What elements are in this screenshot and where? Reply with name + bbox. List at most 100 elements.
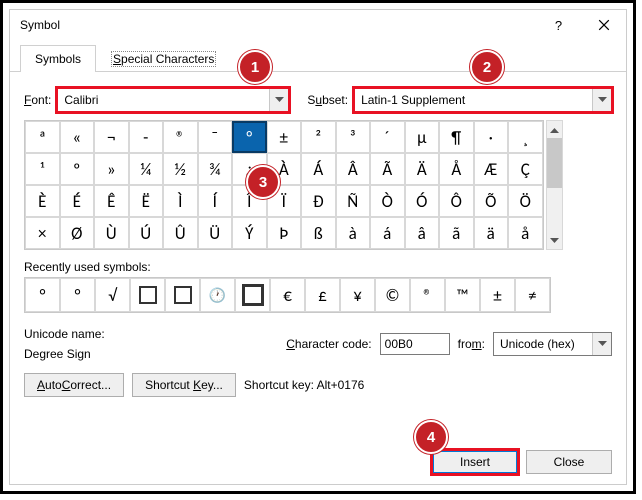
symbol-cell[interactable]: Ã xyxy=(370,153,405,185)
symbol-cell[interactable]: ¹ xyxy=(25,153,60,185)
symbol-cell[interactable]: É xyxy=(60,185,95,217)
symbol-cell[interactable]: ® xyxy=(163,121,198,153)
symbol-cell[interactable]: ° xyxy=(232,121,267,153)
symbol-cell[interactable]: ± xyxy=(267,121,302,153)
symbol-cell[interactable]: ¯ xyxy=(198,121,233,153)
symbol-cell[interactable]: « xyxy=(60,121,95,153)
symbol-cell[interactable]: Ô xyxy=(439,185,474,217)
recent-symbol-cell[interactable]: © xyxy=(375,278,410,312)
symbol-cell[interactable]: ä xyxy=(474,217,509,249)
recent-symbol-cell[interactable]: ™ xyxy=(445,278,480,312)
recent-symbol-cell[interactable]: 🕐 xyxy=(200,278,235,312)
close-button[interactable]: Close xyxy=(526,450,612,474)
symbol-cell[interactable]: ¬ xyxy=(94,121,129,153)
chevron-down-icon xyxy=(269,89,288,111)
symbol-cell[interactable]: Ú xyxy=(129,217,164,249)
subset-combo[interactable]: Latin-1 Supplement xyxy=(354,88,612,112)
scroll-thumb[interactable] xyxy=(547,138,562,188)
symbol-cell[interactable]: Ê xyxy=(94,185,129,217)
close-window-button[interactable] xyxy=(581,10,626,40)
recent-symbol-cell[interactable]: √ xyxy=(95,278,130,312)
recent-symbol-cell[interactable] xyxy=(235,278,270,312)
symbol-grid[interactable]: ª«¬-®¯°±²³´µ¶·¸¹º»¼½¾¿ÀÁÂÃÄÅÆÇÈÉÊËÌÍÎÏÐÑ… xyxy=(24,120,544,250)
recent-symbol-cell[interactable]: ± xyxy=(480,278,515,312)
symbol-cell[interactable]: ³ xyxy=(336,121,371,153)
symbol-cell[interactable]: Å xyxy=(439,153,474,185)
recent-symbol-cell[interactable]: ¥ xyxy=(340,278,375,312)
symbol-cell[interactable]: · xyxy=(474,121,509,153)
symbol-cell[interactable]: » xyxy=(94,153,129,185)
symbol-cell[interactable]: Ò xyxy=(370,185,405,217)
recent-symbol-cell[interactable]: ° xyxy=(25,278,60,312)
symbol-cell[interactable]: Ù xyxy=(94,217,129,249)
tab-symbols[interactable]: Symbols xyxy=(20,45,96,72)
symbol-cell[interactable]: Õ xyxy=(474,185,509,217)
from-combo[interactable]: Unicode (hex) xyxy=(493,332,612,356)
symbol-cell[interactable]: à xyxy=(336,217,371,249)
symbol-cell[interactable]: - xyxy=(129,121,164,153)
symbol-cell[interactable]: Ð xyxy=(301,185,336,217)
from-label: from: xyxy=(458,337,485,351)
recent-symbol-cell[interactable] xyxy=(130,278,165,312)
symbol-cell[interactable]: Ç xyxy=(508,153,543,185)
symbol-cell[interactable]: ª xyxy=(25,121,60,153)
unicode-name-label: Unicode name: xyxy=(24,327,174,341)
symbol-cell[interactable]: ¶ xyxy=(439,121,474,153)
symbol-cell[interactable]: Ë xyxy=(129,185,164,217)
symbol-cell[interactable]: ² xyxy=(301,121,336,153)
symbol-cell[interactable]: Ó xyxy=(405,185,440,217)
recent-symbol-cell[interactable] xyxy=(165,278,200,312)
symbol-cell[interactable]: ½ xyxy=(163,153,198,185)
tab-special-characters[interactable]: Special Characters xyxy=(96,45,231,72)
symbol-cell[interactable]: Ä xyxy=(405,153,440,185)
subset-label: Subset: xyxy=(307,93,348,107)
chevron-down-icon xyxy=(592,333,611,355)
recent-symbols[interactable]: °°√🕐€£¥©®™±≠ xyxy=(24,277,551,313)
symbol-cell[interactable]: × xyxy=(25,217,60,249)
symbol-cell[interactable]: Â xyxy=(336,153,371,185)
font-combo[interactable]: Calibri xyxy=(57,88,289,112)
recent-symbol-cell[interactable]: ≠ xyxy=(515,278,550,312)
symbol-cell[interactable]: Á xyxy=(301,153,336,185)
symbol-cell[interactable]: Æ xyxy=(474,153,509,185)
symbol-cell[interactable]: Û xyxy=(163,217,198,249)
symbol-cell[interactable]: Í xyxy=(198,185,233,217)
shortcut-key-button[interactable]: Shortcut Key... xyxy=(132,373,236,397)
autocorrect-button[interactable]: AutoCorrect... xyxy=(24,373,124,397)
recent-symbol-cell[interactable]: ° xyxy=(60,278,95,312)
titlebar: Symbol ? xyxy=(10,10,626,40)
symbol-cell[interactable]: Ý xyxy=(232,217,267,249)
scroll-up-icon[interactable] xyxy=(547,121,562,138)
callout-2: 2 xyxy=(470,50,504,84)
unicode-name-value: Degree Sign xyxy=(24,347,174,361)
recent-symbol-cell[interactable]: £ xyxy=(305,278,340,312)
symbol-cell[interactable]: ¾ xyxy=(198,153,233,185)
symbol-cell[interactable]: Ñ xyxy=(336,185,371,217)
symbol-cell[interactable]: ¼ xyxy=(129,153,164,185)
scroll-down-icon[interactable] xyxy=(547,232,562,249)
symbol-cell[interactable]: ã xyxy=(439,217,474,249)
recent-symbol-cell[interactable]: € xyxy=(270,278,305,312)
symbol-cell[interactable]: º xyxy=(60,153,95,185)
symbol-cell[interactable]: Þ xyxy=(267,217,302,249)
symbol-cell[interactable]: ´ xyxy=(370,121,405,153)
symbol-cell[interactable]: ß xyxy=(301,217,336,249)
symbol-cell[interactable]: Ì xyxy=(163,185,198,217)
symbol-cell[interactable]: µ xyxy=(405,121,440,153)
symbol-cell[interactable]: â xyxy=(405,217,440,249)
symbol-cell[interactable]: Ü xyxy=(198,217,233,249)
char-code-input[interactable]: 00B0 xyxy=(380,333,450,355)
help-button[interactable]: ? xyxy=(536,10,581,40)
symbol-cell[interactable]: ¸ xyxy=(508,121,543,153)
grid-scrollbar[interactable] xyxy=(546,120,563,250)
recent-symbol-cell[interactable]: ® xyxy=(410,278,445,312)
callout-1: 1 xyxy=(238,50,272,84)
symbol-cell[interactable]: á xyxy=(370,217,405,249)
insert-button[interactable]: Insert xyxy=(432,450,518,474)
symbol-cell[interactable]: å xyxy=(508,217,543,249)
window-title: Symbol xyxy=(20,18,60,32)
symbol-cell[interactable]: È xyxy=(25,185,60,217)
symbol-cell[interactable]: Ö xyxy=(508,185,543,217)
font-label: Font: xyxy=(24,93,51,107)
symbol-cell[interactable]: Ø xyxy=(60,217,95,249)
